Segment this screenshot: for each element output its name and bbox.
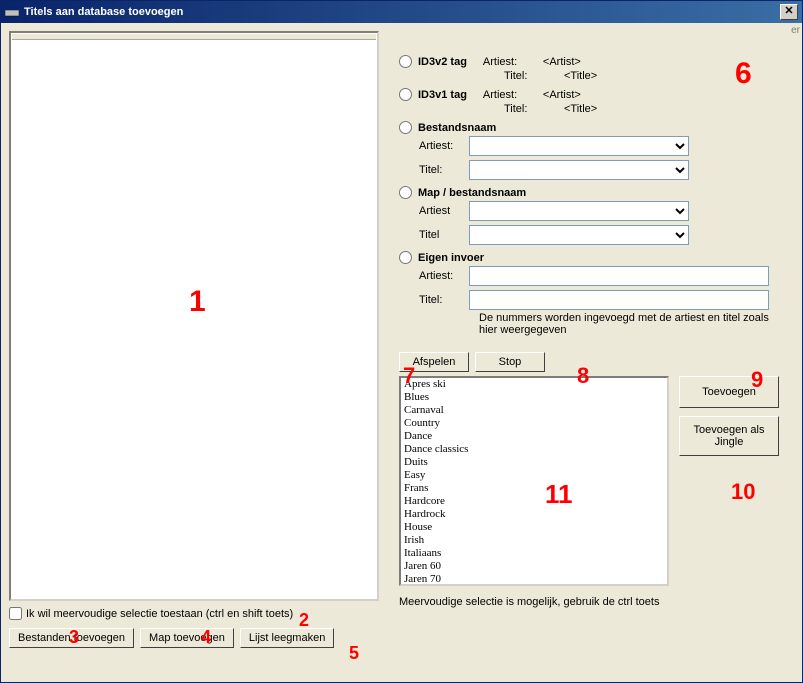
- multi-select-checkbox[interactable]: [9, 607, 22, 620]
- list-item[interactable]: Jaren 60: [401, 560, 667, 573]
- own-artist-label: Artiest:: [419, 270, 469, 282]
- radio-id3v1[interactable]: [399, 88, 412, 101]
- id3v2-artist-value: <Artist>: [543, 56, 663, 68]
- folder-artist-label: Artiest: [419, 205, 469, 217]
- list-item[interactable]: Dance: [401, 430, 667, 443]
- own-title-input[interactable]: [469, 290, 769, 310]
- folder-title-label: Titel: [419, 229, 469, 241]
- radio-id3v2[interactable]: [399, 55, 412, 68]
- play-button[interactable]: Afspelen: [399, 352, 469, 372]
- filename-title-label: Titel:: [419, 164, 469, 176]
- list-item[interactable]: Hardrock: [401, 508, 667, 521]
- list-item[interactable]: Irish: [401, 534, 667, 547]
- id3v1-title-label: Titel:: [504, 103, 564, 115]
- id3v2-title-label: Titel:: [504, 70, 564, 82]
- filename-artist-label: Artiest:: [419, 140, 469, 152]
- list-item[interactable]: House: [401, 521, 667, 534]
- filename-artist-select[interactable]: [469, 136, 689, 156]
- list-item[interactable]: Hardcore: [401, 495, 667, 508]
- add-files-button[interactable]: Bestanden toevoegen: [9, 628, 134, 648]
- own-title-label: Titel:: [419, 294, 469, 306]
- list-item[interactable]: Duits: [401, 456, 667, 469]
- add-folder-button[interactable]: Map toevoegen: [140, 628, 234, 648]
- radio-own-input[interactable]: [399, 251, 412, 264]
- close-button[interactable]: ✕: [780, 4, 798, 20]
- folder-artist-select[interactable]: [469, 201, 689, 221]
- genre-list[interactable]: Apres skiBluesCarnavalCountryDanceDance …: [399, 376, 669, 586]
- list-item[interactable]: Frans: [401, 482, 667, 495]
- radio-id3v1-label: ID3v1 tag: [418, 89, 467, 101]
- id3v1-artist-label: Artiest:: [483, 89, 543, 101]
- list-item[interactable]: Country: [401, 417, 667, 430]
- stop-button[interactable]: Stop: [475, 352, 545, 372]
- id3v2-title-value: <Title>: [564, 70, 684, 82]
- list-item[interactable]: Dance classics: [401, 443, 667, 456]
- filename-title-select[interactable]: [469, 160, 689, 180]
- radio-filename-label: Bestandsnaam: [418, 122, 496, 134]
- list-item[interactable]: Carnaval: [401, 404, 667, 417]
- window-title: Titels aan database toevoegen: [24, 6, 183, 18]
- radio-filename[interactable]: [399, 121, 412, 134]
- folder-title-select[interactable]: [469, 225, 689, 245]
- id3v2-artist-label: Artiest:: [483, 56, 543, 68]
- window: Titels aan database toevoegen ✕ er Ik wi…: [0, 0, 803, 683]
- radio-folder-filename-label: Map / bestandsnaam: [418, 187, 526, 199]
- list-item[interactable]: Italiaans: [401, 547, 667, 560]
- own-artist-input[interactable]: [469, 266, 769, 286]
- own-input-hint: De nummers worden ingevoegd met de artie…: [479, 312, 779, 336]
- id3v1-artist-value: <Artist>: [543, 89, 663, 101]
- add-jingle-button[interactable]: Toevoegen als Jingle: [679, 416, 779, 456]
- id3v1-title-value: <Title>: [564, 103, 684, 115]
- list-item[interactable]: Easy: [401, 469, 667, 482]
- multi-select-checkbox-row[interactable]: Ik wil meervoudige selectie toestaan (ct…: [9, 607, 379, 620]
- radio-own-input-label: Eigen invoer: [418, 252, 484, 264]
- file-list[interactable]: [9, 31, 379, 601]
- clear-list-button[interactable]: Lijst leegmaken: [240, 628, 334, 648]
- multi-select-hint: Meervoudige selectie is mogelijk, gebrui…: [399, 596, 779, 608]
- add-button[interactable]: Toevoegen: [679, 376, 779, 408]
- radio-id3v2-label: ID3v2 tag: [418, 56, 467, 68]
- radio-folder-filename[interactable]: [399, 186, 412, 199]
- list-item[interactable]: Apres ski: [401, 378, 667, 391]
- list-item[interactable]: Blues: [401, 391, 667, 404]
- list-item[interactable]: Jaren 70: [401, 573, 667, 586]
- multi-select-label: Ik wil meervoudige selectie toestaan (ct…: [26, 608, 293, 620]
- file-list-header: [12, 34, 376, 40]
- app-icon: [5, 5, 19, 19]
- titlebar: Titels aan database toevoegen ✕: [1, 1, 802, 23]
